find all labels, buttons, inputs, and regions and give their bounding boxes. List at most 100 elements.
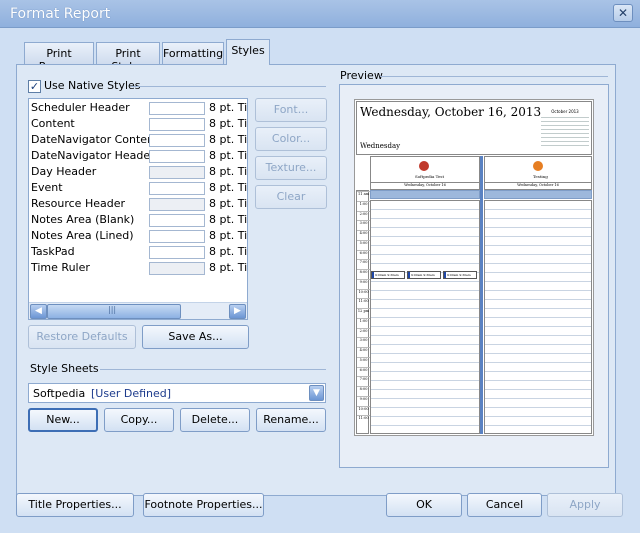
style-swatch bbox=[149, 166, 205, 179]
time-label: 10:00 bbox=[357, 288, 370, 298]
style-sheet-name: Softpedia bbox=[33, 387, 86, 400]
event: 9:00am 9:30am bbox=[443, 271, 477, 279]
event: 9:00am 9:30am bbox=[371, 271, 405, 279]
save-as-button[interactable]: Save As... bbox=[142, 325, 249, 349]
new-style-sheet-button[interactable]: New... bbox=[28, 408, 98, 432]
style-sheet-type: [User Defined] bbox=[91, 387, 172, 400]
scroll-thumb[interactable]: ||| bbox=[47, 304, 181, 319]
time-label: 5:00 bbox=[357, 356, 370, 366]
ok-button[interactable]: OK bbox=[386, 493, 462, 517]
group-divider bbox=[100, 369, 326, 370]
time-label: 11:00 bbox=[357, 415, 370, 424]
tab-formatting[interactable]: Formatting bbox=[162, 42, 224, 64]
style-swatch bbox=[149, 214, 205, 227]
list-item[interactable]: Content8 pt. Tim bbox=[29, 116, 247, 132]
day-column: 9:00am 9:30am 9:00am 9:30am 9:00am 9:30a… bbox=[370, 200, 480, 434]
list-item[interactable]: Notes Area (Blank)8 pt. Tim bbox=[29, 212, 247, 228]
style-swatch bbox=[149, 102, 205, 115]
use-native-styles-checkbox[interactable]: ✓ bbox=[28, 80, 41, 93]
rename-style-sheet-button[interactable]: Rename... bbox=[256, 408, 326, 432]
style-swatch bbox=[149, 198, 205, 211]
cancel-button[interactable]: Cancel bbox=[467, 493, 542, 517]
time-ruler: 11 am 1:00 2:00 3:00 4:00 5:00 6:00 7:00 8:00 9:0… bbox=[356, 190, 370, 434]
mini-calendar: October 2013 bbox=[541, 109, 589, 149]
time-label: 11:00 bbox=[357, 298, 370, 307]
time-label: 1:00 bbox=[357, 317, 370, 327]
close-icon[interactable]: ✕ bbox=[613, 4, 633, 22]
preview-date: Wednesday, October 16, 2013 bbox=[360, 105, 542, 119]
list-item[interactable]: TaskPad8 pt. Tim bbox=[29, 244, 247, 260]
apply-button[interactable]: Apply bbox=[547, 493, 623, 517]
title-bar: Format Report ✕ bbox=[0, 0, 640, 28]
time-label: 8:00 bbox=[357, 269, 370, 278]
scroll-left-icon[interactable]: ◀ bbox=[30, 304, 47, 319]
event: 9:00am 9:30am bbox=[407, 271, 441, 279]
preview-pane: Wednesday, October 16, 2013 Wednesday Oc… bbox=[339, 84, 609, 468]
style-swatch bbox=[149, 150, 205, 163]
copy-style-sheet-button[interactable]: Copy... bbox=[104, 408, 174, 432]
style-sheet-select[interactable]: Softpedia [User Defined] ▼ bbox=[28, 383, 326, 403]
chevron-down-icon[interactable]: ▼ bbox=[309, 385, 324, 401]
resource-header: Softpedia Test Wednesday, October 16 bbox=[370, 156, 480, 199]
time-label: 7:00 bbox=[357, 376, 370, 385]
time-label: 4:00 bbox=[357, 230, 370, 239]
time-label: 10:00 bbox=[357, 405, 370, 415]
time-label: 9:00 bbox=[357, 395, 370, 405]
tab-print-styles[interactable]: Print Styles bbox=[96, 42, 160, 73]
list-item[interactable]: Day Header8 pt. Tim bbox=[29, 164, 247, 180]
preview-header: Wednesday, October 16, 2013 Wednesday Oc… bbox=[356, 101, 592, 155]
time-label: 7:00 bbox=[357, 259, 370, 268]
style-swatch bbox=[149, 262, 205, 275]
footnote-properties-button[interactable]: Footnote Properties... bbox=[143, 493, 264, 517]
delete-style-sheet-button[interactable]: Delete... bbox=[180, 408, 250, 432]
style-swatch bbox=[149, 134, 205, 147]
avatar bbox=[419, 161, 429, 171]
group-divider bbox=[380, 76, 608, 77]
time-label: 2:00 bbox=[357, 327, 370, 337]
preview-label: Preview bbox=[340, 69, 383, 82]
style-list[interactable]: Scheduler Header8 pt. Tim Content8 pt. T… bbox=[28, 98, 248, 320]
time-label: 4:00 bbox=[357, 347, 370, 356]
time-label: 6:00 bbox=[357, 366, 370, 376]
restore-defaults-button[interactable]: Restore Defaults bbox=[28, 325, 136, 349]
scroll-right-icon[interactable]: ▶ bbox=[229, 304, 246, 319]
use-native-styles-label[interactable]: Use Native Styles bbox=[44, 79, 141, 92]
clear-button[interactable]: Clear bbox=[255, 185, 327, 209]
group-divider bbox=[131, 86, 326, 87]
time-label: 5:00 bbox=[357, 239, 370, 249]
date-band bbox=[484, 190, 592, 199]
tab-styles[interactable]: Styles bbox=[226, 39, 270, 65]
list-item[interactable]: Scheduler Header8 pt. Tim bbox=[29, 100, 247, 116]
time-label: 8:00 bbox=[357, 386, 370, 395]
list-item[interactable]: Event8 pt. Tim bbox=[29, 180, 247, 196]
texture-button[interactable]: Texture... bbox=[255, 156, 327, 180]
list-item[interactable]: DateNavigator Header8 pt. Tim bbox=[29, 148, 247, 164]
time-label: 1:00 bbox=[357, 200, 370, 210]
dialog-body: Print Ranges Print Styles Formatting Sty… bbox=[0, 28, 640, 533]
time-label: 12 pm bbox=[357, 308, 370, 317]
preview-page: Wednesday, October 16, 2013 Wednesday Oc… bbox=[354, 99, 594, 436]
window-title: Format Report bbox=[10, 6, 111, 22]
style-swatch bbox=[149, 118, 205, 131]
list-item[interactable]: DateNavigator Content8 pt. Tim bbox=[29, 132, 247, 148]
time-label: 3:00 bbox=[357, 337, 370, 346]
list-item[interactable]: Resource Header8 pt. Tim bbox=[29, 196, 247, 212]
resource-header: Testing Wednesday, October 16 bbox=[484, 156, 592, 199]
time-label: 11 am bbox=[357, 191, 370, 200]
date-band bbox=[370, 190, 480, 199]
style-swatch bbox=[149, 246, 205, 259]
title-properties-button[interactable]: Title Properties... bbox=[16, 493, 134, 517]
style-sheets-label: Style Sheets bbox=[30, 362, 99, 375]
tab-print-ranges[interactable]: Print Ranges bbox=[24, 42, 94, 73]
day-column bbox=[484, 200, 592, 434]
color-button[interactable]: Color... bbox=[255, 127, 327, 151]
style-swatch bbox=[149, 230, 205, 243]
time-label: 6:00 bbox=[357, 249, 370, 259]
list-item[interactable]: Time Ruler8 pt. Tim bbox=[29, 260, 247, 276]
time-label: 2:00 bbox=[357, 210, 370, 220]
time-label: 9:00 bbox=[357, 278, 370, 288]
font-button[interactable]: Font... bbox=[255, 98, 327, 122]
list-item[interactable]: Notes Area (Lined)8 pt. Tim bbox=[29, 228, 247, 244]
avatar bbox=[533, 161, 543, 171]
horizontal-scrollbar[interactable]: ◀ ||| ▶ bbox=[29, 302, 247, 319]
